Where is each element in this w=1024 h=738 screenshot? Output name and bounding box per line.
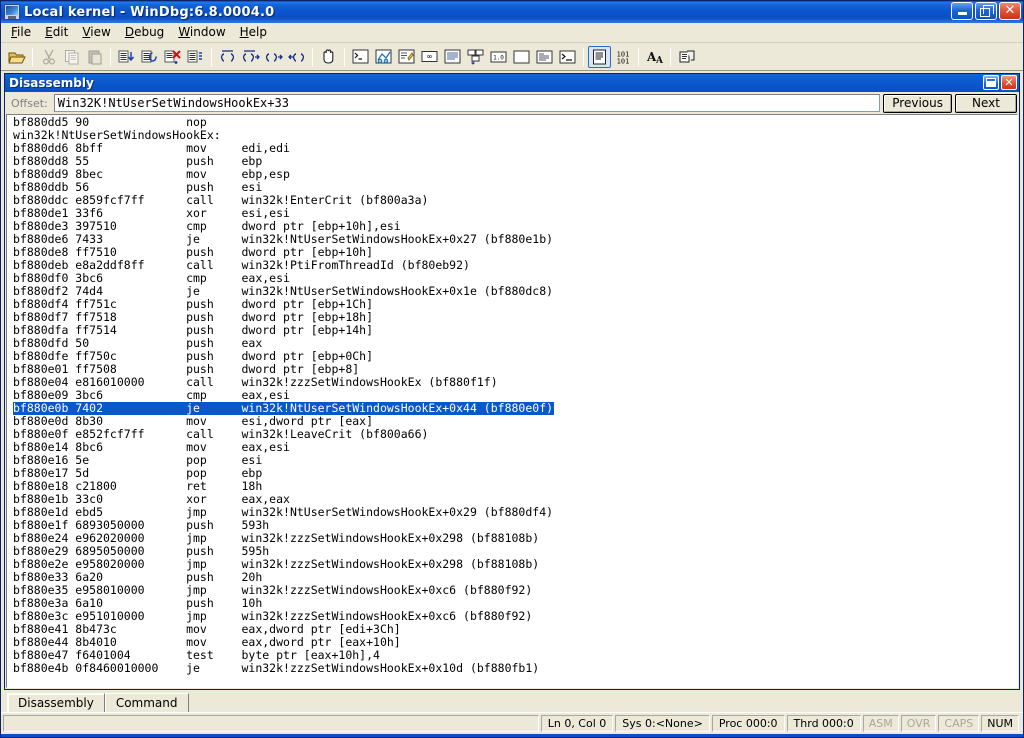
- open-folder-icon[interactable]: [5, 46, 28, 68]
- font-icon[interactable]: A A: [643, 46, 666, 68]
- close-icon: ✕: [1004, 3, 1016, 18]
- step-out-icon[interactable]: [184, 46, 207, 68]
- step-brace-over-icon[interactable]: [239, 46, 262, 68]
- step-brace-into-icon[interactable]: [262, 46, 285, 68]
- toolbar-separator: [110, 47, 111, 66]
- disassembly-window-controls: ✕: [983, 75, 1017, 90]
- step-over-icon[interactable]: [138, 46, 161, 68]
- svg-text:∞: ∞: [427, 52, 432, 61]
- status-line-col: Ln 0, Col 0: [540, 715, 614, 732]
- restore-icon: [986, 78, 996, 87]
- status-system: Sys 0:<None>: [615, 715, 710, 732]
- offset-label: Offset:: [11, 96, 48, 110]
- menu-debug-rest: ebug: [134, 25, 165, 39]
- menu-help[interactable]: Help: [233, 23, 274, 42]
- svg-text:1.0: 1.0: [493, 54, 504, 61]
- disassembly-title: Disassembly: [9, 76, 94, 90]
- window-controls: ✕: [951, 2, 1021, 20]
- status-bar: Ln 0, Col 0 Sys 0:<None> Proc 000:0 Thrd 00…: [1, 712, 1023, 734]
- svg-text:101: 101: [616, 57, 629, 65]
- break-hand-icon[interactable]: [317, 46, 340, 68]
- menu-edit[interactable]: Edit: [38, 23, 75, 42]
- disassembly-line[interactable]: bf880e4b 0f8460010000 je win32k!zzzSetWi…: [13, 662, 1017, 675]
- windbg-app-icon: [4, 4, 20, 20]
- copy-icon[interactable]: [60, 46, 83, 68]
- previous-button[interactable]: Previous: [883, 93, 952, 113]
- source-mode-icon[interactable]: 101 101: [611, 46, 634, 68]
- close-button[interactable]: ✕: [999, 2, 1021, 20]
- minimize-button[interactable]: [951, 2, 973, 20]
- paste-icon[interactable]: [83, 46, 106, 68]
- status-ovr: OVR: [900, 715, 937, 732]
- close-button[interactable]: ✕: [1001, 75, 1017, 90]
- toolbar-separator: [670, 47, 671, 66]
- menu-window[interactable]: Window: [171, 23, 232, 42]
- status-thread: Thrd 000:0: [786, 715, 861, 732]
- disassembly-title-bar: Disassembly ✕: [5, 74, 1019, 92]
- bottom-accent-bar: [1, 734, 1023, 737]
- status-message-area: [3, 715, 539, 732]
- status-num: NUM: [981, 715, 1019, 732]
- tab-disassembly[interactable]: Disassembly: [7, 693, 105, 712]
- toolbar-separator: [344, 47, 345, 66]
- command-browser-icon[interactable]: [556, 46, 579, 68]
- next-button[interactable]: Next: [955, 93, 1017, 113]
- restore-button[interactable]: [983, 75, 999, 90]
- window-title: Local kernel - WinDbg:6.8.0004.0: [24, 4, 275, 20]
- menu-edit-rest: dit: [52, 25, 69, 39]
- processes-threads-icon[interactable]: [533, 46, 556, 68]
- disassembly-lines: bf880dd5 90 nop win32k!NtUserSetWindowsHo…: [7, 115, 1017, 675]
- menu-view[interactable]: View: [75, 23, 117, 42]
- menu-debug[interactable]: Debug: [118, 23, 171, 42]
- toolbar-separator: [312, 47, 313, 66]
- toolbar-separator: [638, 47, 639, 66]
- menu-view-rest: iew: [90, 25, 111, 39]
- windbg-window: Local kernel - WinDbg:6.8.0004.0 ✕ File …: [0, 0, 1024, 738]
- menu-file[interactable]: File: [4, 23, 38, 42]
- step-brace-out-icon[interactable]: [285, 46, 308, 68]
- disassembly-text-area[interactable]: bf880dd5 90 nop win32k!NtUserSetWindowsHo…: [6, 114, 1018, 688]
- toolbar-separator: [211, 47, 212, 66]
- window-tab-strip: Disassembly Command: [1, 690, 1023, 712]
- menu-bar: File Edit View Debug Window Help: [1, 23, 1023, 43]
- status-process: Proc 000:0: [711, 715, 785, 732]
- tab-command[interactable]: Command: [104, 693, 189, 712]
- disassembly-window-icon[interactable]: [588, 45, 611, 68]
- menu-window-rest: indow: [189, 25, 226, 39]
- run-to-cursor-icon[interactable]: [161, 46, 184, 68]
- status-asm: ASM: [862, 715, 899, 732]
- status-caps: CAPS: [938, 715, 980, 732]
- toolbar-separator: [32, 47, 33, 66]
- close-icon: ✕: [1004, 76, 1014, 89]
- offset-input[interactable]: Win32K!NtUserSetWindowsHookEx+33: [53, 94, 881, 112]
- scratch-pad-icon[interactable]: [510, 46, 533, 68]
- command-window-icon[interactable]: [349, 46, 372, 68]
- step-into-icon[interactable]: [115, 46, 138, 68]
- options-icon[interactable]: [675, 46, 698, 68]
- maximize-button[interactable]: [975, 2, 997, 20]
- status-panel-group: Ln 0, Col 0 Sys 0:<None> Proc 000:0 Thrd 00…: [540, 715, 1021, 732]
- offset-bar: Offset: Win32K!NtUserSetWindowsHookEx+33…: [5, 92, 1019, 114]
- title-bar: Local kernel - WinDbg:6.8.0004.0 ✕: [1, 1, 1023, 23]
- breakpoint-brace-icon[interactable]: [216, 46, 239, 68]
- cut-icon[interactable]: [37, 46, 60, 68]
- registers-window-icon[interactable]: ∞: [418, 46, 441, 68]
- main-toolbar: ∞ 1.0 101 101 A A: [1, 43, 1023, 71]
- disassembly-window: Disassembly ✕ Offset: Win32K!NtUserSetWi…: [4, 73, 1020, 690]
- watch-window-icon[interactable]: [372, 46, 395, 68]
- call-stack-window-icon[interactable]: [464, 46, 487, 68]
- toolbar-separator: [583, 47, 584, 66]
- float-registers-icon[interactable]: 1.0: [487, 46, 510, 68]
- svg-text:A: A: [655, 56, 664, 65]
- menu-file-rest: ile: [17, 25, 32, 39]
- memory-window-icon[interactable]: [441, 46, 464, 68]
- locals-window-icon[interactable]: [395, 46, 418, 68]
- menu-help-rest: elp: [248, 25, 268, 39]
